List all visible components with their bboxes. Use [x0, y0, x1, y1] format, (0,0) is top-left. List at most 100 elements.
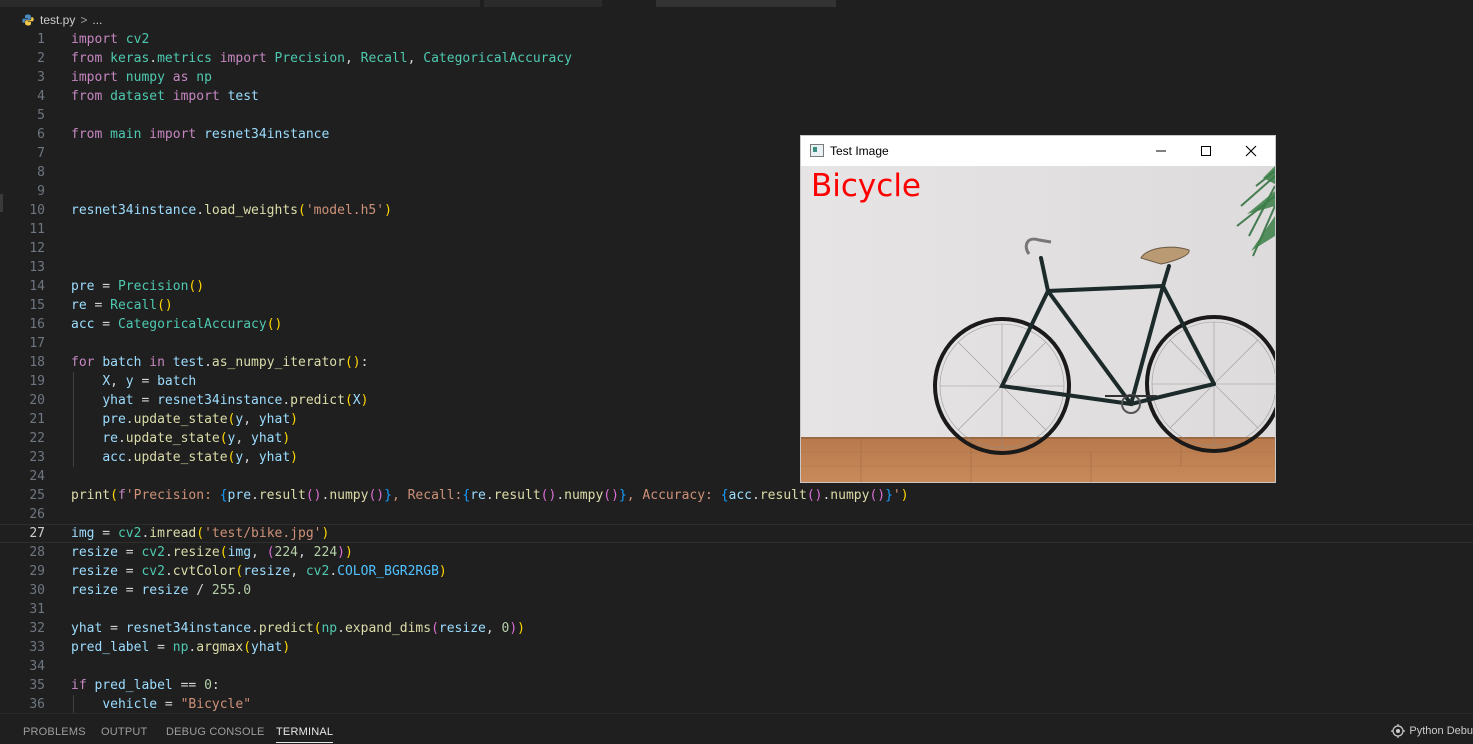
code-line[interactable]: 25 print(f'Precision: {pre.result().numpy… — [0, 486, 1473, 505]
code-line[interactable]: 3 import numpy as np — [0, 68, 1473, 87]
code-token: 'test/bike.jpg' — [204, 526, 322, 541]
code-line[interactable]: 35 if pred_label == 0: — [0, 676, 1473, 695]
code-line[interactable]: 31 — [0, 600, 1473, 619]
tab-output[interactable]: OUTPUT — [101, 726, 147, 738]
breadcrumb-file[interactable]: test.py — [40, 13, 75, 27]
code-token: CategoricalAccuracy — [117, 317, 267, 332]
code-token: ) — [509, 621, 518, 636]
breadcrumb[interactable]: test.py > ... — [22, 11, 102, 29]
code-token: = — [94, 526, 118, 541]
line-number: 23 — [29, 450, 45, 465]
code-line[interactable]: 26 — [0, 505, 1473, 524]
code-token: pre — [227, 488, 252, 503]
code-token: . — [117, 431, 126, 446]
line-number: 24 — [29, 469, 45, 484]
code-token: . — [125, 450, 134, 465]
code-token: () — [266, 317, 283, 332]
line-number: 7 — [37, 146, 45, 161]
window-titlebar[interactable]: Test Image — [801, 136, 1275, 166]
code-token: img — [227, 545, 252, 560]
code-line[interactable]: 27 img = cv2.imread('test/bike.jpg') — [0, 524, 1473, 543]
python-debug-label[interactable]: Python Debu — [1409, 725, 1473, 737]
code-line[interactable]: 5 — [0, 106, 1473, 125]
code-token: re — [102, 431, 118, 446]
line-number: 17 — [29, 336, 45, 351]
code-line[interactable]: 36 vehicle = "Bicycle" — [0, 695, 1473, 713]
python-debug-status[interactable]: Python Debu — [1391, 724, 1473, 738]
code-token: import — [219, 51, 267, 66]
code-token: pre — [71, 279, 95, 294]
tab-terminal[interactable]: TERMINAL — [276, 726, 334, 743]
code-token: yhat — [258, 412, 291, 427]
code-line[interactable]: 4 from dataset import test — [0, 87, 1473, 106]
line-number: 22 — [29, 431, 45, 446]
code-text: if pred_label == 0: — [71, 676, 220, 695]
code-token: = — [149, 640, 173, 655]
code-token: COLOR_BGR2RGB — [337, 564, 439, 579]
code-token: "Bicycle" — [180, 697, 252, 712]
code-token: batch — [102, 355, 142, 370]
code-token: imread — [149, 526, 197, 541]
code-token: predict — [290, 393, 345, 408]
code-token: cv2 — [141, 545, 165, 560]
code-token: update_state — [133, 412, 228, 427]
code-token: Recall — [110, 298, 158, 313]
test-image: Bicycle — [801, 166, 1275, 482]
code-text: re.update_state(y, yhat) — [71, 429, 290, 448]
code-token: argmax — [196, 640, 244, 655]
code-token: 224 — [274, 545, 299, 560]
code-token: resnet34instance — [125, 621, 252, 636]
code-token: , — [298, 545, 314, 560]
code-line[interactable]: 30 resize = resize / 255.0 — [0, 581, 1473, 600]
code-token: = — [94, 279, 118, 294]
code-token: ( — [266, 545, 275, 560]
code-line[interactable]: 32 yhat = resnet34instance.predict(np.exp… — [0, 619, 1473, 638]
code-text: pre.update_state(y, yhat) — [71, 410, 298, 429]
code-line[interactable]: 2 from keras.metrics import Precision, Re… — [0, 49, 1473, 68]
line-number: 5 — [37, 108, 45, 123]
line-number: 36 — [29, 697, 45, 712]
code-token: Precision — [274, 51, 345, 66]
code-line[interactable]: 28 resize = cv2.resize(img, (224, 224)) — [0, 543, 1473, 562]
line-number: 12 — [29, 241, 45, 256]
code-line[interactable]: 29 resize = cv2.cvtColor(resize, cv2.COLO… — [0, 562, 1473, 581]
minimize-button[interactable] — [1138, 136, 1184, 166]
code-token: . — [164, 564, 173, 579]
code-token: cv2 — [125, 32, 150, 47]
close-button[interactable] — [1228, 136, 1274, 166]
code-line[interactable]: 1 import cv2 — [0, 30, 1473, 49]
code-token: = — [86, 298, 111, 313]
code-line[interactable]: 34 — [0, 657, 1473, 676]
test-image-window[interactable]: Test Image Bicycle — [801, 136, 1275, 482]
maximize-button[interactable] — [1183, 136, 1229, 166]
code-token: result — [258, 488, 306, 503]
line-number: 30 — [29, 583, 45, 598]
tab-debug-console[interactable]: DEBUG CONSOLE — [166, 726, 265, 738]
code-token: . — [485, 488, 494, 503]
line-number: 16 — [29, 317, 45, 332]
code-token: , — [243, 450, 259, 465]
code-token: keras — [110, 51, 150, 66]
code-token: yhat — [71, 621, 103, 636]
code-text: acc.update_state(y, yhat) — [71, 448, 298, 467]
tab-problems[interactable]: PROBLEMS — [23, 726, 86, 738]
code-text: X, y = batch — [71, 372, 196, 391]
code-token: () — [368, 488, 385, 503]
code-line[interactable]: 33 pred_label = np.argmax(yhat) — [0, 638, 1473, 657]
code-token: X — [102, 374, 111, 389]
code-token: ) — [344, 545, 353, 560]
code-token: ) — [290, 450, 298, 465]
code-token: numpy — [125, 70, 165, 85]
breadcrumb-more[interactable]: ... — [92, 13, 102, 27]
code-text: import cv2 — [71, 30, 149, 49]
code-token: { — [219, 488, 228, 503]
code-token: yhat — [258, 450, 291, 465]
line-number: 19 — [29, 374, 45, 389]
